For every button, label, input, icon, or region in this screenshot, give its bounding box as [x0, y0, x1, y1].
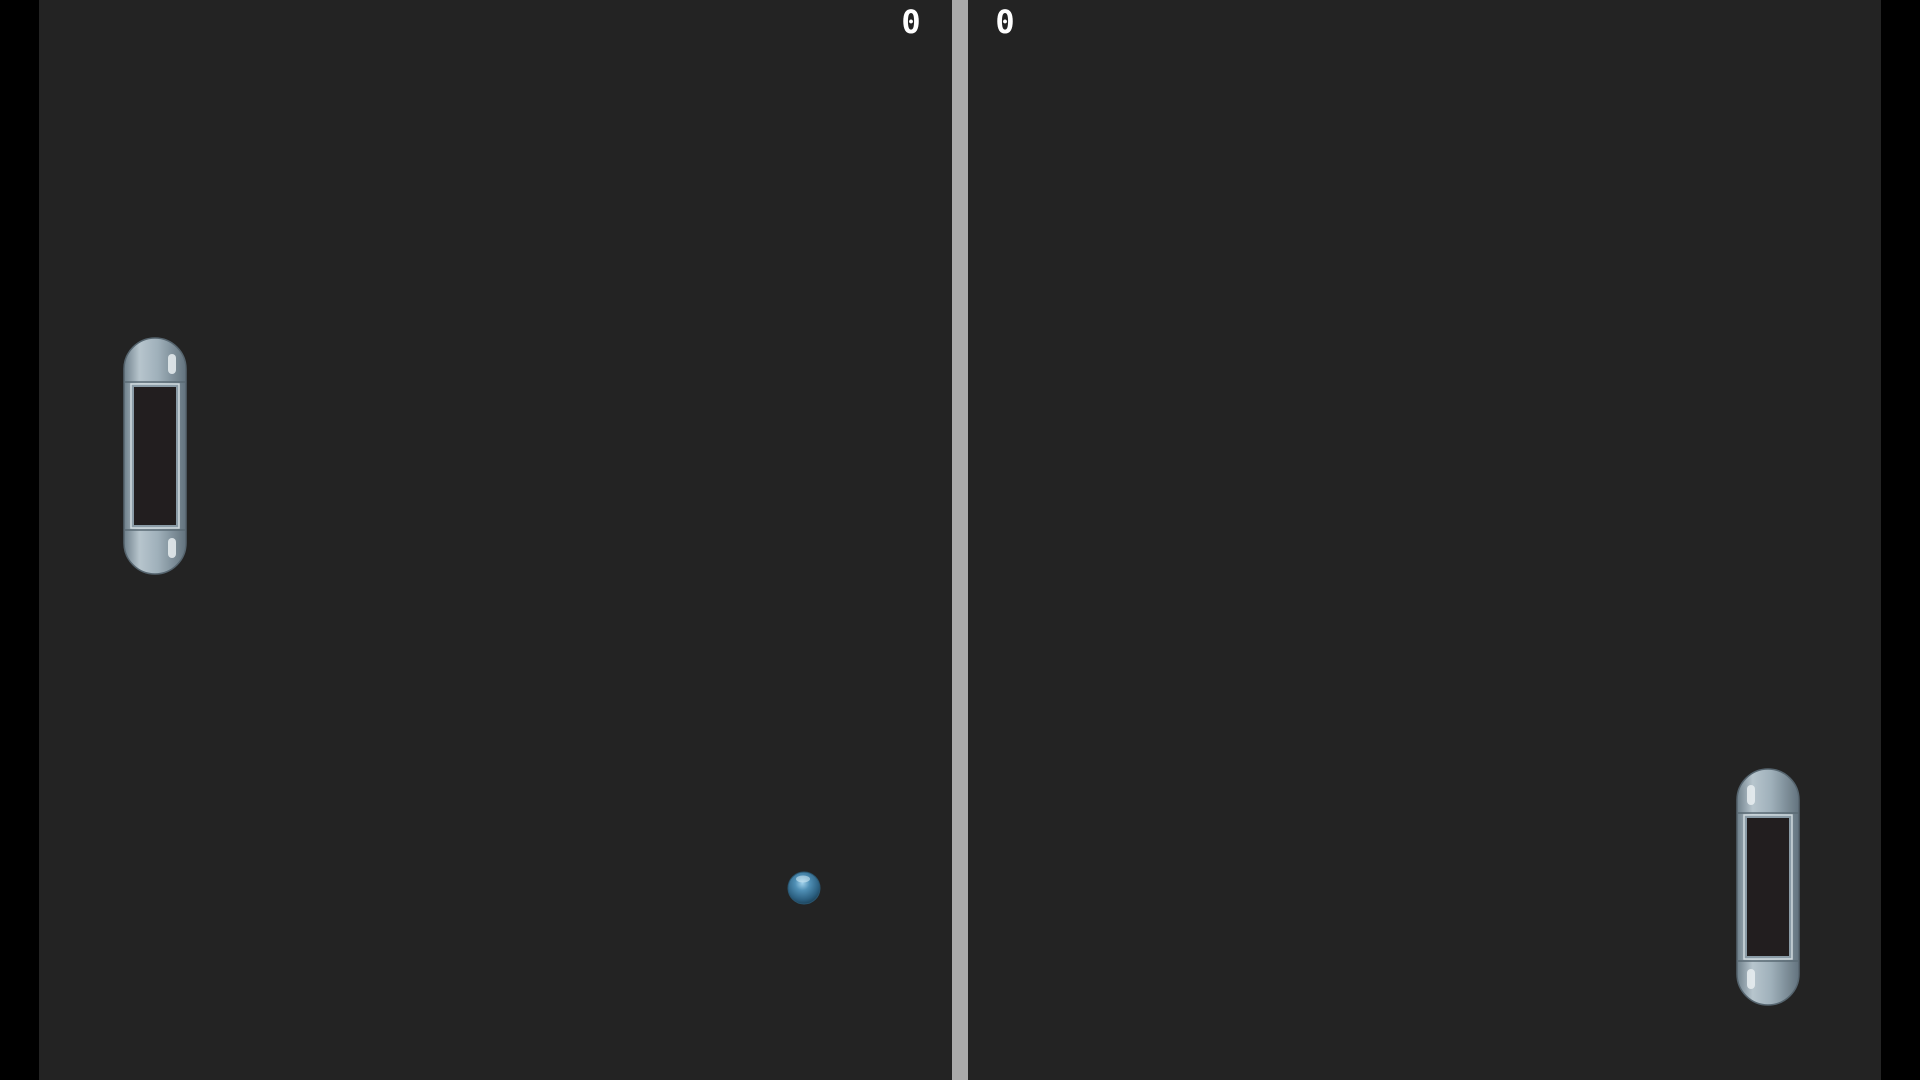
- left-paddle[interactable]: [123, 337, 187, 575]
- ball-icon: [787, 871, 821, 905]
- pong-court[interactable]: 0 0: [39, 0, 1881, 1080]
- right-paddle[interactable]: [1736, 768, 1800, 1006]
- left-player-score: 0: [901, 3, 921, 41]
- paddle-icon: [123, 337, 187, 575]
- paddle-icon: [1736, 768, 1800, 1006]
- game-viewport: 0 0: [0, 0, 1920, 1080]
- center-net: [952, 0, 968, 1080]
- ball: [787, 871, 821, 905]
- right-player-score: 0: [995, 3, 1015, 41]
